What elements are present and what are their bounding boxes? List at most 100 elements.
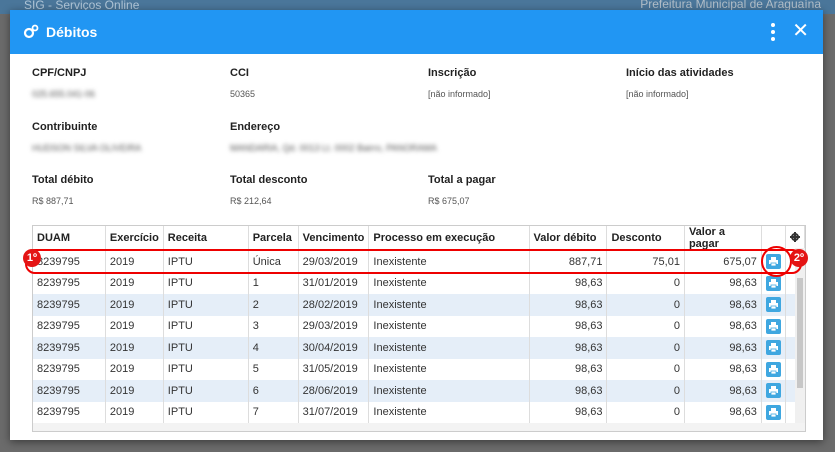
print-icon (768, 300, 778, 310)
column-settings-icon[interactable] (785, 226, 805, 251)
field-cpf: CPF/CNPJ 025.655.041-06 (32, 67, 95, 99)
cell-vencimento: 29/03/2019 (298, 315, 370, 337)
table-row[interactable]: 8239795 2019 IPTU 5 31/05/2019 Inexistente 98,… (33, 358, 805, 380)
col-header-duam[interactable]: DUAM (33, 226, 106, 251)
horizontal-scrollbar[interactable] (32, 423, 806, 432)
field-label: CCI (230, 67, 249, 79)
cell-processo: Inexistente (368, 380, 530, 402)
cell-valor-debito: 98,63 (529, 272, 608, 294)
cell-exercicio: 2019 (105, 337, 164, 359)
cell-actions (761, 337, 786, 359)
field-label: Total débito (32, 174, 94, 186)
field-inicio-atividades: Início das atividades [não informado] (626, 67, 734, 99)
cell-vencimento: 31/07/2019 (298, 401, 370, 423)
table-row[interactable]: 8239795 2019 IPTU 4 30/04/2019 Inexistente 98,… (33, 337, 805, 359)
cell-processo: Inexistente (368, 401, 530, 423)
table-row[interactable]: 8239795 2019 IPTU 2 28/02/2019 Inexistente 98,… (33, 294, 805, 316)
cell-duam: 8239795 (33, 294, 106, 316)
print-icon (768, 364, 778, 374)
field-label: Contribuinte (32, 121, 98, 133)
field-cci: CCI 50365 (230, 67, 255, 99)
field-total-debito: Total débito R$ 887,71 (32, 174, 94, 206)
cell-valor-pagar: 98,63 (684, 315, 762, 337)
cell-valor-pagar: 98,63 (684, 294, 762, 316)
cell-actions (761, 380, 786, 402)
field-label: Total a pagar (428, 174, 496, 186)
cell-valor-debito: 98,63 (529, 380, 608, 402)
cell-receita: IPTU (163, 401, 249, 423)
cell-exercicio: 2019 (105, 380, 164, 402)
col-header-receita[interactable]: Receita (163, 226, 249, 251)
print-button[interactable] (765, 340, 781, 356)
close-icon[interactable]: ✕ (792, 21, 809, 41)
cell-exercicio: 2019 (105, 358, 164, 380)
cell-desconto: 0 (606, 272, 685, 294)
field-total-pagar: Total a pagar R$ 675,07 (428, 174, 496, 206)
cell-actions (761, 401, 786, 423)
cell-desconto: 0 (606, 294, 685, 316)
cell-duam: 8239795 (33, 401, 106, 423)
field-label: Início das atividades (626, 67, 734, 79)
col-header-processo[interactable]: Processo em execução (368, 226, 530, 251)
cell-exercicio: 2019 (105, 401, 164, 423)
annotation-badge-2: 2º (790, 249, 808, 267)
cell-valor-debito: 98,63 (529, 401, 608, 423)
cell-desconto: 0 (606, 380, 685, 402)
field-total-desconto: Total desconto R$ 212,64 (230, 174, 307, 206)
cell-duam: 8239795 (33, 315, 106, 337)
table-row[interactable]: 8239795 2019 IPTU 7 31/07/2019 Inexistente 98,… (33, 401, 805, 423)
cell-actions (761, 358, 786, 380)
table-body: 8239795 2019 IPTU Única 29/03/2019 Inexistent… (33, 250, 805, 423)
table-row[interactable]: 8239795 2019 IPTU 1 31/01/2019 Inexistente 98,… (33, 272, 805, 294)
vertical-scrollbar[interactable] (795, 248, 805, 424)
cell-parcela: 1 (248, 272, 299, 294)
cell-desconto: 0 (606, 315, 685, 337)
col-header-desconto[interactable]: Desconto (606, 226, 685, 251)
field-value: MANDARIA, Qd. 0013 Lt. 0002 Bairro, PANO… (230, 143, 437, 153)
col-header-valor-debito[interactable]: Valor débito (529, 226, 608, 251)
cell-exercicio: 2019 (105, 294, 164, 316)
cell-receita: IPTU (163, 315, 249, 337)
cell-duam: 8239795 (33, 380, 106, 402)
cell-processo: Inexistente (368, 294, 530, 316)
cell-vencimento: 31/01/2019 (298, 272, 370, 294)
col-header-exercicio[interactable]: Exercício (105, 226, 164, 251)
field-value: HUDSON SILVA OLIVEIRA (32, 143, 142, 153)
cell-parcela: 6 (248, 380, 299, 402)
print-button[interactable] (765, 318, 781, 334)
cell-parcela: 5 (248, 358, 299, 380)
print-button[interactable] (765, 275, 781, 291)
print-button[interactable] (765, 404, 781, 420)
field-label: CPF/CNPJ (32, 67, 87, 79)
field-contribuinte: Contribuinte HUDSON SILVA OLIVEIRA (32, 121, 141, 153)
more-options-icon[interactable] (770, 23, 776, 41)
print-icon (768, 321, 778, 331)
cell-valor-pagar: 98,63 (684, 380, 762, 402)
cell-processo: Inexistente (368, 272, 530, 294)
cell-vencimento: 28/06/2019 (298, 380, 370, 402)
cell-valor-debito: 98,63 (529, 315, 608, 337)
table-header-row: DUAM Exercício Receita Parcela Venciment… (33, 226, 805, 251)
table-row[interactable]: 8239795 2019 IPTU 6 28/06/2019 Inexistente 98,… (33, 380, 805, 402)
modal-header: Débitos ✕ (10, 10, 823, 54)
cell-processo: Inexistente (368, 315, 530, 337)
table-row[interactable]: 8239795 2019 IPTU 3 29/03/2019 Inexistente 98,… (33, 315, 805, 337)
cell-valor-debito: 98,63 (529, 358, 608, 380)
cell-duam: 8239795 (33, 337, 106, 359)
field-value: [não informado] (428, 89, 491, 99)
print-button[interactable] (765, 297, 781, 313)
col-header-vencimento[interactable]: Vencimento (298, 226, 370, 251)
cell-valor-debito: 98,63 (529, 294, 608, 316)
field-inscricao: Inscrição [não informado] (428, 67, 491, 99)
cell-exercicio: 2019 (105, 315, 164, 337)
field-value: R$ 212,64 (230, 196, 272, 206)
col-header-valor-pagar[interactable]: Valor a pagar (684, 226, 762, 251)
cell-parcela: 3 (248, 315, 299, 337)
cell-valor-debito: 98,63 (529, 337, 608, 359)
print-button[interactable] (765, 383, 781, 399)
cell-actions (761, 315, 786, 337)
print-button[interactable] (765, 361, 781, 377)
cell-receita: IPTU (163, 380, 249, 402)
col-header-parcela[interactable]: Parcela (248, 226, 299, 251)
cell-receita: IPTU (163, 272, 249, 294)
